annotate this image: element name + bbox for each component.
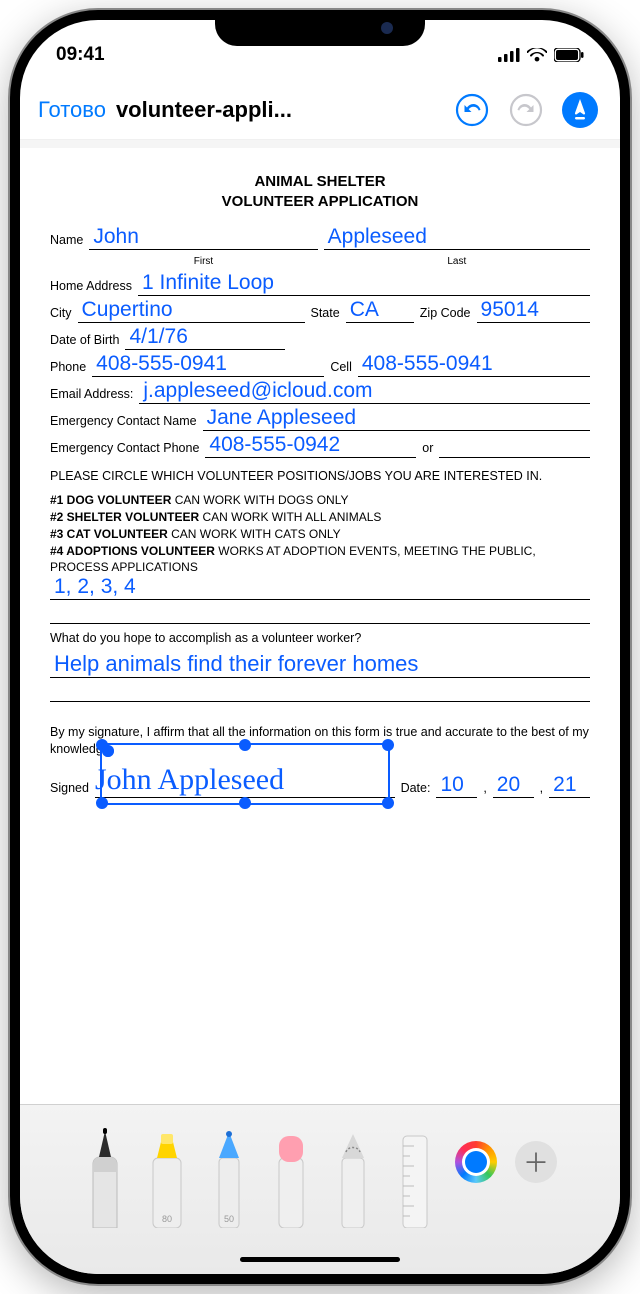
accomplish-line: Help animals find their forever homes [50,654,590,678]
ec-phone-row: Emergency Contact Phone 408-555-0942 or [50,433,590,458]
state-label: State [311,306,340,323]
document-title: volunteer-appli... [116,97,440,123]
zip-value: 95014 [477,298,543,321]
pen-tool[interactable] [83,1118,127,1228]
pencil-size: 50 [224,1214,234,1224]
add-button[interactable]: ＋ [515,1141,557,1183]
address-row: Home Address 1 Infinite Loop [50,271,590,296]
ruler-tool[interactable] [393,1118,437,1228]
accomplish-question: What do you hope to accomplish as a volu… [50,630,590,646]
option-3: #3 CAT VOLUNTEER CAN WORK WITH CATS ONLY [50,526,590,543]
dob-label: Date of Birth [50,333,119,350]
signature-row: Signed John Appleseed Date: 10 , 20 , 21 [50,763,590,798]
battery-icon [554,48,584,62]
heading-line-1: ANIMAL SHELTER [50,172,590,192]
phone-row: Phone 408-555-0941 Cell 408-555-0941 [50,352,590,377]
ec-phone-label: Emergency Contact Phone [50,441,199,458]
last-name-value: Appleseed [324,225,431,248]
city-label: City [50,306,72,323]
cell-value: 408-555-0941 [358,352,497,375]
dob-value: 4/1/76 [125,325,191,348]
positions-value: 1, 2, 3, 4 [50,575,140,599]
eraser-tool[interactable] [269,1118,313,1228]
device-frame: 09:41 Готово volunteer-appli... [10,10,630,1284]
email-row: Email Address: j.appleseed@icloud.com [50,379,590,404]
phone-label: Phone [50,360,86,377]
blank-line-2 [50,678,590,702]
status-icons [498,48,584,62]
name-label: Name [50,233,83,250]
lasso-tool[interactable] [331,1118,375,1228]
nav-bar: Готово volunteer-appli... [20,80,620,140]
date-day: 20 [493,773,524,796]
home-indicator[interactable] [240,1257,400,1262]
done-button[interactable]: Готово [38,97,106,123]
email-label: Email Address: [50,387,133,404]
color-picker-button[interactable] [455,1141,497,1183]
status-time: 09:41 [56,44,105,66]
option-2: #2 SHELTER VOLUNTEER CAN WORK WITH ALL A… [50,509,590,526]
form-heading: ANIMAL SHELTER VOLUNTEER APPLICATION [50,172,590,211]
zip-label: Zip Code [420,306,471,323]
date-year: 21 [549,773,580,796]
markup-toolbar: 80 50 [20,1104,620,1274]
address-value: 1 Infinite Loop [138,271,278,294]
markup-toggle-button[interactable] [558,88,602,132]
signed-label: Signed [50,781,89,798]
first-sublabel: First [89,255,317,267]
option-4: #4 ADOPTIONS VOLUNTEER WORKS AT ADOPTION… [50,543,590,577]
document-page[interactable]: ANIMAL SHELTER VOLUNTEER APPLICATION Nam… [20,148,620,1104]
ec-name-value: Jane Appleseed [203,406,360,429]
first-name-value: John [89,225,143,248]
ec-phone-value: 408-555-0942 [205,433,344,456]
positions-instruction: PLEASE CIRCLE WHICH VOLUNTEER POSITIONS/… [50,468,590,484]
city-value: Cupertino [78,298,177,321]
city-row: City Cupertino State CA Zip Code 95014 [50,298,590,323]
pencil-tool[interactable]: 50 [207,1118,251,1228]
ec-name-label: Emergency Contact Name [50,414,197,431]
last-sublabel: Last [324,255,590,267]
positions-answer-line: 1, 2, 3, 4 [50,576,590,600]
blank-line-1 [50,600,590,624]
redo-button[interactable] [504,88,548,132]
cellular-icon [498,48,520,62]
option-1: #1 DOG VOLUNTEER CAN WORK WITH DOGS ONLY [50,492,590,509]
screen: 09:41 Готово volunteer-appli... [20,20,620,1274]
accomplish-value: Help animals find their forever homes [50,651,422,677]
dob-row: Date of Birth 4/1/76 [50,325,590,350]
phone-value: 408-555-0941 [92,352,231,375]
cell-label: Cell [330,360,352,377]
undo-button[interactable] [450,88,494,132]
date-month: 10 [436,773,467,796]
heading-line-2: VOLUNTEER APPLICATION [50,192,590,212]
address-label: Home Address [50,279,132,296]
signature-affirmation: By my signature, I affirm that all the i… [50,724,590,757]
current-color-dot [465,1151,487,1173]
plus-icon: ＋ [523,1143,549,1180]
name-row: Name John Appleseed [50,225,590,250]
email-value: j.appleseed@icloud.com [139,379,376,402]
wifi-icon [527,48,547,62]
highlighter-tool[interactable]: 80 [145,1118,189,1228]
state-value: CA [346,298,383,321]
document-area[interactable]: ANIMAL SHELTER VOLUNTEER APPLICATION Nam… [20,140,620,1104]
date-label: Date: [401,781,431,798]
ec-name-row: Emergency Contact Name Jane Appleseed [50,406,590,431]
highlighter-size: 80 [162,1214,172,1224]
signature-value[interactable]: John Appleseed [95,763,284,796]
notch [215,10,425,46]
or-label: or [422,441,433,458]
